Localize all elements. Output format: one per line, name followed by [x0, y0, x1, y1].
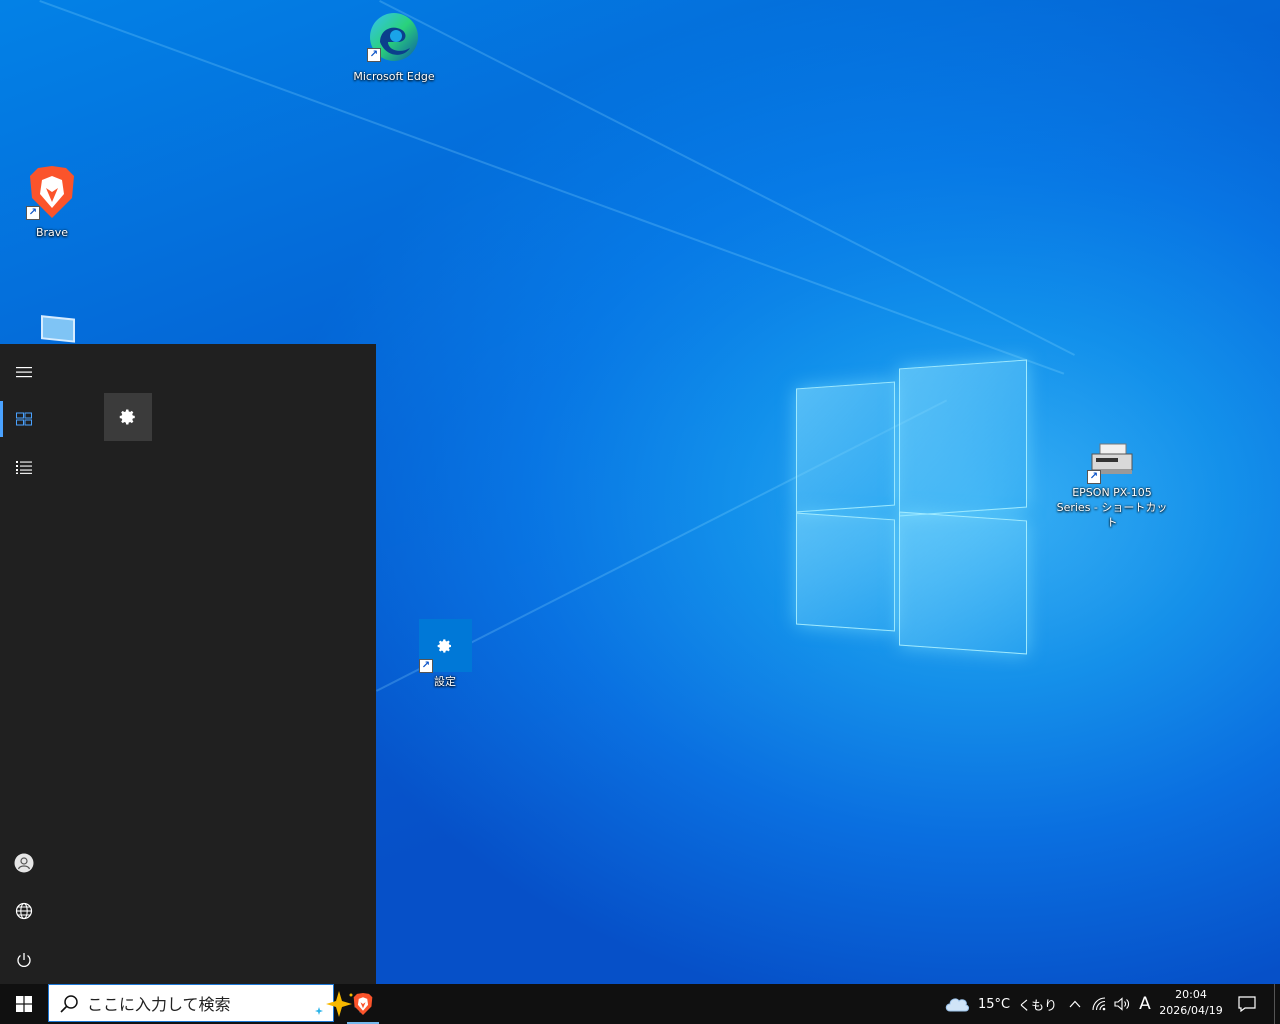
volume-button[interactable] [1113, 984, 1131, 1024]
gear-icon [119, 409, 135, 425]
shortcut-arrow-icon: ↗ [367, 48, 381, 62]
globe-icon [15, 902, 33, 920]
brave-lion-icon [353, 993, 373, 1015]
power-button[interactable] [0, 936, 48, 984]
network-status-button[interactable] [1091, 984, 1109, 1024]
pinned-tile-settings[interactable] [104, 393, 152, 441]
network-globe-button[interactable] [0, 887, 48, 935]
user-account-button[interactable] [0, 839, 48, 887]
taskbar-clock[interactable]: 20:04 2026/04/19 [1156, 987, 1226, 1019]
speaker-icon [1114, 997, 1129, 1011]
light-beam [39, 0, 1065, 375]
taskbar: 15°C くもり A 20:04 2026/04/19 [0, 984, 1280, 1024]
weather-widget[interactable]: 15°C くもり [944, 984, 1057, 1024]
clock-date: 2026/04/19 [1159, 1004, 1223, 1017]
taskbar-app-brave[interactable] [341, 984, 385, 1024]
shortcut-arrow-icon: ↗ [26, 206, 40, 220]
light-beam [379, 0, 1075, 356]
weather-condition: くもり [1018, 998, 1058, 1014]
power-icon [17, 953, 31, 967]
expand-menu-button[interactable] [0, 348, 48, 396]
cloud-icon [945, 998, 969, 1012]
windows-logo-icon [16, 996, 32, 1012]
ime-indicator[interactable]: A [1136, 984, 1154, 1024]
search-icon [60, 995, 78, 1013]
notification-icon [1238, 996, 1256, 1012]
desktop-icon-label: EPSON PX-105 Series - ショートカット [1056, 485, 1168, 530]
desktop-icon-brave[interactable]: ↗ Brave [12, 164, 92, 240]
epson-label-line2: Series - ショートカット [1056, 501, 1168, 529]
shortcut-arrow-icon: ↗ [419, 659, 433, 673]
ime-mode-label: A [1139, 994, 1151, 1014]
start-button[interactable] [0, 984, 48, 1024]
tiles-icon [16, 412, 32, 426]
chevron-up-icon [1069, 1000, 1081, 1008]
user-icon [14, 853, 34, 873]
show-desktop-button[interactable] [1274, 984, 1280, 1024]
weather-temperature: 15°C [978, 996, 1011, 1012]
shortcut-arrow-icon: ↗ [1087, 470, 1101, 484]
desktop-icon-label: Microsoft Edge [353, 70, 435, 83]
desktop-icon-label: Brave [35, 226, 69, 239]
pinned-tiles-button[interactable] [0, 395, 48, 443]
wifi-icon [1092, 997, 1106, 1011]
desktop-icon-edge[interactable]: ↗ Microsoft Edge [344, 8, 444, 84]
all-apps-button[interactable] [0, 443, 48, 491]
gear-icon [437, 638, 451, 653]
monitor-icon [41, 315, 75, 343]
search-input[interactable] [87, 990, 257, 1018]
clock-time: 20:04 [1175, 988, 1207, 1001]
desktop-icon-epson-printer[interactable]: ↗ EPSON PX-105 Series - ショートカット [1056, 440, 1168, 530]
start-menu [0, 344, 376, 984]
taskbar-search-box[interactable] [48, 984, 366, 1022]
epson-label-line1: EPSON PX-105 [1072, 486, 1152, 499]
hamburger-icon [16, 367, 32, 378]
list-icon [16, 461, 32, 474]
desktop-icon-label: 設定 [434, 675, 456, 688]
action-center-button[interactable] [1232, 984, 1262, 1024]
show-hidden-icons-button[interactable] [1066, 984, 1084, 1024]
desktop-icon-settings[interactable]: ↗ 設定 [405, 619, 485, 689]
